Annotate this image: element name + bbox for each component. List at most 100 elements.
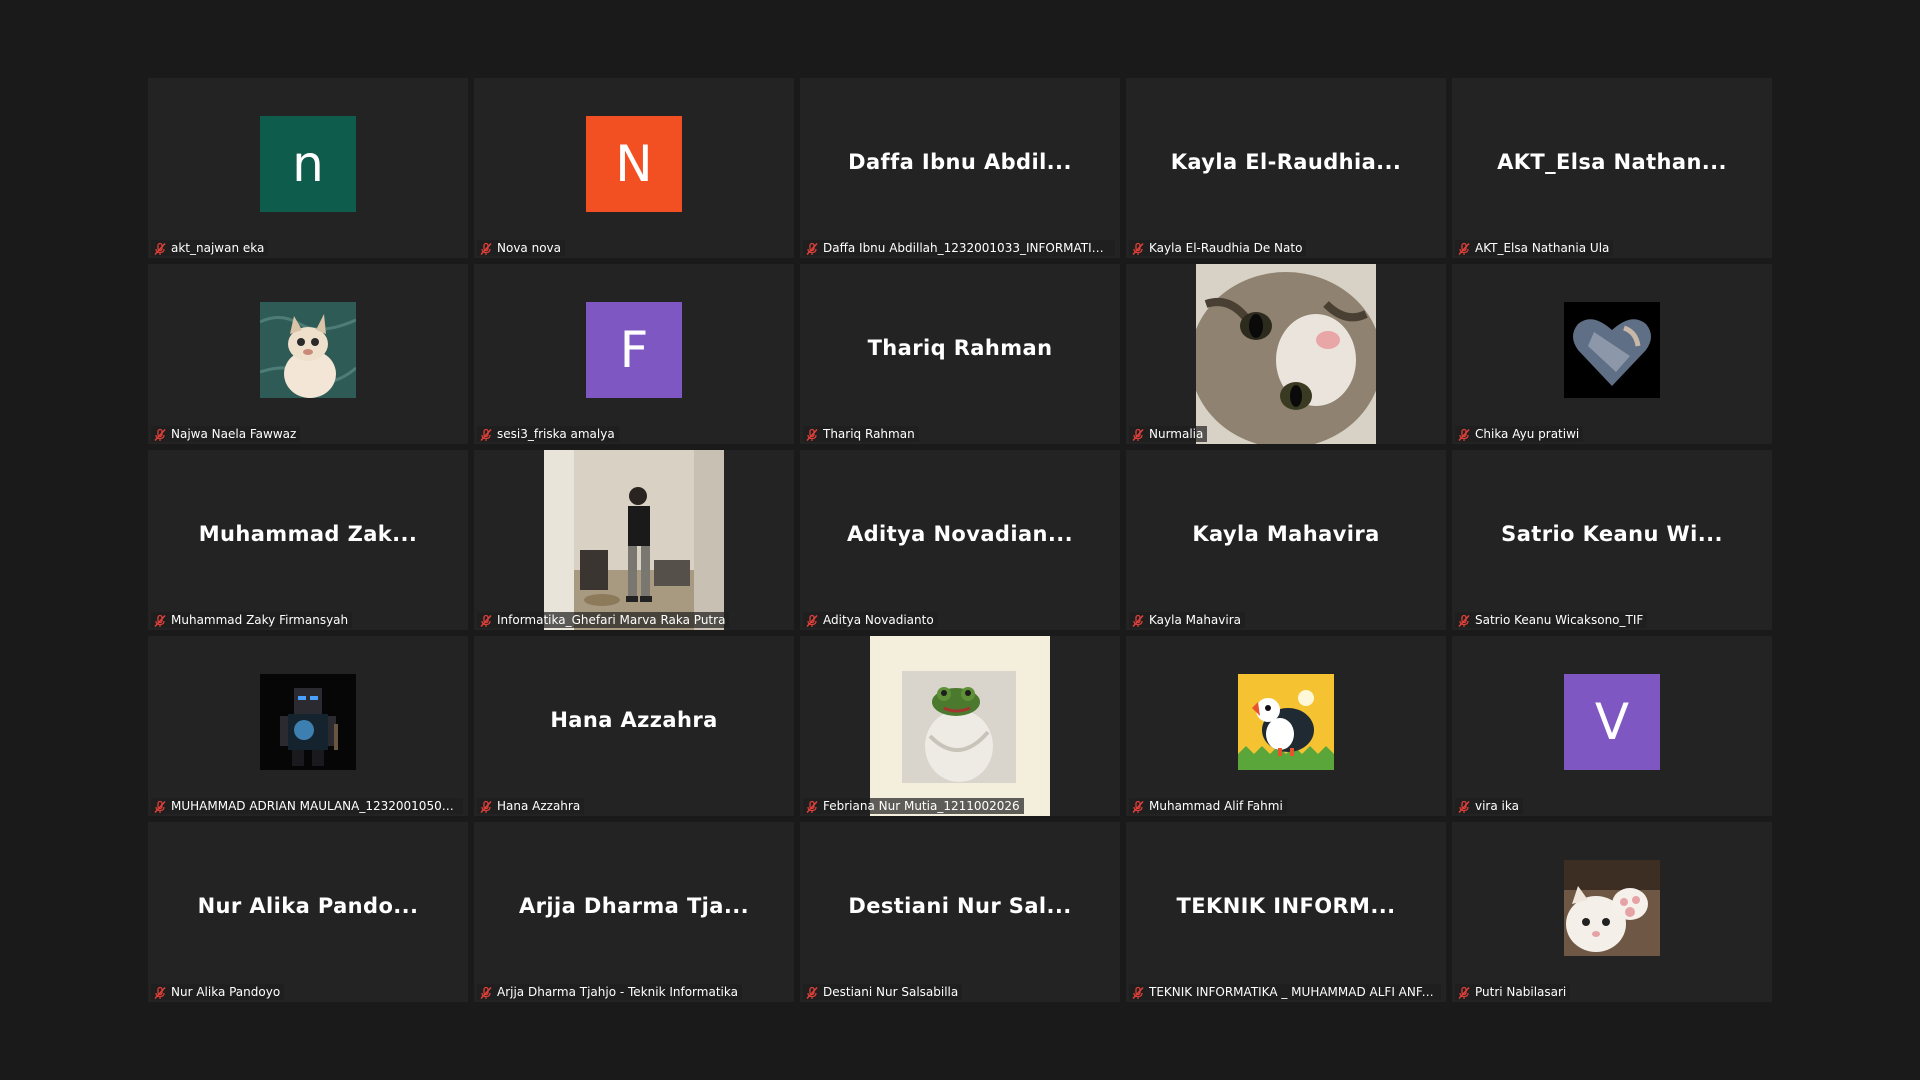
participant-tile[interactable]: Nurmalia bbox=[1126, 264, 1446, 444]
participant-name: Kayla El-Raudhia De Nato bbox=[1149, 241, 1303, 255]
muted-mic-icon bbox=[1131, 613, 1145, 628]
muted-mic-icon bbox=[479, 985, 493, 1000]
participant-tile[interactable]: Thariq Rahman Thariq Rahman bbox=[800, 264, 1120, 444]
participant-tile[interactable]: TEKNIK INFORM... TEKNIK INFORMATIKA _ MUH… bbox=[1126, 822, 1446, 1002]
participant-display-name: Muhammad Zak... bbox=[198, 522, 418, 546]
participant-tile[interactable]: Aditya Novadian... Aditya Novadianto bbox=[800, 450, 1120, 630]
participant-display-name: TEKNIK INFORM... bbox=[1176, 894, 1396, 918]
participant-name-label: Muhammad Zaky Firmansyah bbox=[151, 612, 353, 628]
participant-display-name: Kayla Mahavira bbox=[1192, 522, 1380, 546]
avatar: n bbox=[260, 116, 356, 212]
participant-tile[interactable]: Daffa Ibnu Abdil... Daffa Ibnu Abdillah_1… bbox=[800, 78, 1120, 258]
avatar: V bbox=[1564, 674, 1660, 770]
participant-name-label: Hana Azzahra bbox=[477, 798, 585, 814]
participant-name-label: Kayla El-Raudhia De Nato bbox=[1129, 240, 1307, 256]
participant-name: Najwa Naela Fawwaz bbox=[171, 427, 297, 441]
participant-tile[interactable]: Febriana Nur Mutia_1211002026 bbox=[800, 636, 1120, 816]
muted-mic-icon bbox=[153, 427, 167, 442]
participant-display-name: Satrio Keanu Wi... bbox=[1501, 522, 1723, 546]
participant-name-label: Febriana Nur Mutia_1211002026 bbox=[803, 798, 1024, 814]
participant-name-label: akt_najwan eka bbox=[151, 240, 269, 256]
participant-name-label: Informatika_Ghefari Marva Raka Putra bbox=[477, 612, 730, 628]
muted-mic-icon bbox=[153, 241, 167, 256]
muted-mic-icon bbox=[1131, 241, 1145, 256]
avatar: F bbox=[586, 302, 682, 398]
participant-name: TEKNIK INFORMATIKA _ MUHAMMAD ALFI ANFA.… bbox=[1149, 985, 1437, 999]
muted-mic-icon bbox=[1457, 427, 1471, 442]
participant-display-name: Arjja Dharma Tja... bbox=[519, 894, 749, 918]
participant-name: Febriana Nur Mutia_1211002026 bbox=[823, 799, 1020, 813]
muted-mic-icon bbox=[1457, 985, 1471, 1000]
participant-tile[interactable]: Vvira ika bbox=[1452, 636, 1772, 816]
participant-tile[interactable]: Destiani Nur Sal... Destiani Nur Salsabil… bbox=[800, 822, 1120, 1002]
participant-name-label: sesi3_friska amalya bbox=[477, 426, 619, 442]
muted-mic-icon bbox=[805, 241, 819, 256]
participant-name: vira ika bbox=[1475, 799, 1519, 813]
participant-name-label: Daffa Ibnu Abdillah_1232001033_INFORMATI… bbox=[803, 240, 1115, 256]
muted-mic-icon bbox=[479, 241, 493, 256]
profile-picture bbox=[260, 302, 356, 398]
participant-tile[interactable]: Muhammad Alif Fahmi bbox=[1126, 636, 1446, 816]
muted-mic-icon bbox=[479, 613, 493, 628]
participant-tile[interactable]: Putri Nabilasari bbox=[1452, 822, 1772, 1002]
participant-name: MUHAMMAD ADRIAN MAULANA_1232001050_TI... bbox=[171, 799, 459, 813]
participant-display-name: Daffa Ibnu Abdil... bbox=[848, 150, 1072, 174]
participant-name-label: TEKNIK INFORMATIKA _ MUHAMMAD ALFI ANFA.… bbox=[1129, 984, 1441, 1000]
participant-tile[interactable]: MUHAMMAD ADRIAN MAULANA_1232001050_TI... bbox=[148, 636, 468, 816]
participant-display-name: Aditya Novadian... bbox=[846, 522, 1074, 546]
participant-tile[interactable]: Kayla Mahavira Kayla Mahavira bbox=[1126, 450, 1446, 630]
participant-tile[interactable]: Satrio Keanu Wi... Satrio Keanu Wicaksono… bbox=[1452, 450, 1772, 630]
participant-name: Chika Ayu pratiwi bbox=[1475, 427, 1580, 441]
video-feed bbox=[870, 636, 1050, 816]
participant-name: Daffa Ibnu Abdillah_1232001033_INFORMATI… bbox=[823, 241, 1111, 255]
participant-name-label: Thariq Rahman bbox=[803, 426, 919, 442]
participant-name-label: Nova nova bbox=[477, 240, 565, 256]
participant-name: AKT_Elsa Nathania Ula bbox=[1475, 241, 1610, 255]
participant-tile[interactable]: Najwa Naela Fawwaz bbox=[148, 264, 468, 444]
participant-tile[interactable]: Chika Ayu pratiwi bbox=[1452, 264, 1772, 444]
participant-tile[interactable]: N Nova nova bbox=[474, 78, 794, 258]
muted-mic-icon bbox=[1457, 613, 1471, 628]
participant-tile[interactable]: Nur Alika Pando... Nur Alika Pandoyo bbox=[148, 822, 468, 1002]
participant-tile[interactable]: Kayla El-Raudhia... Kayla El-Raudhia De N… bbox=[1126, 78, 1446, 258]
participant-tile[interactable]: Arjja Dharma Tja... Arjja Dharma Tjahjo -… bbox=[474, 822, 794, 1002]
participant-tile[interactable]: AKT_Elsa Nathan... AKT_Elsa Nathania Ula bbox=[1452, 78, 1772, 258]
muted-mic-icon bbox=[1457, 799, 1471, 814]
participant-gallery: n akt_najwan eka N Nova nova Daffa Ibnu Abdi… bbox=[148, 78, 1772, 1002]
participant-name-label: Nurmalia bbox=[1129, 426, 1208, 442]
participant-name-label: Aditya Novadianto bbox=[803, 612, 938, 628]
participant-name: Nurmalia bbox=[1149, 427, 1204, 441]
participant-display-name: Kayla El-Raudhia... bbox=[1170, 150, 1402, 174]
muted-mic-icon bbox=[479, 427, 493, 442]
participant-tile[interactable]: n akt_najwan eka bbox=[148, 78, 468, 258]
participant-name-label: Destiani Nur Salsabilla bbox=[803, 984, 963, 1000]
participant-name-label: Putri Nabilasari bbox=[1455, 984, 1571, 1000]
profile-picture bbox=[260, 674, 356, 770]
muted-mic-icon bbox=[805, 799, 819, 814]
participant-tile[interactable]: Hana Azzahra Hana Azzahra bbox=[474, 636, 794, 816]
muted-mic-icon bbox=[1131, 799, 1145, 814]
participant-name: akt_najwan eka bbox=[171, 241, 265, 255]
participant-name: sesi3_friska amalya bbox=[497, 427, 615, 441]
participant-name: Aditya Novadianto bbox=[823, 613, 934, 627]
muted-mic-icon bbox=[805, 613, 819, 628]
participant-tile[interactable]: Muhammad Zak... Muhammad Zaky Firmansyah bbox=[148, 450, 468, 630]
participant-name: Informatika_Ghefari Marva Raka Putra bbox=[497, 613, 726, 627]
participant-name-label: Najwa Naela Fawwaz bbox=[151, 426, 301, 442]
participant-name-label: Arjja Dharma Tjahjo - Teknik Informatika bbox=[477, 984, 742, 1000]
muted-mic-icon bbox=[1131, 985, 1145, 1000]
participant-name-label: MUHAMMAD ADRIAN MAULANA_1232001050_TI... bbox=[151, 798, 463, 814]
participant-tile[interactable]: Informatika_Ghefari Marva Raka Putra bbox=[474, 450, 794, 630]
profile-picture bbox=[1564, 302, 1660, 398]
participant-name: Arjja Dharma Tjahjo - Teknik Informatika bbox=[497, 985, 738, 999]
participant-tile[interactable]: Fsesi3_friska amalya bbox=[474, 264, 794, 444]
participant-display-name: Thariq Rahman bbox=[867, 336, 1053, 360]
participant-display-name: Hana Azzahra bbox=[550, 708, 718, 732]
participant-name: Nur Alika Pandoyo bbox=[171, 985, 281, 999]
participant-display-name: Nur Alika Pando... bbox=[197, 894, 419, 918]
avatar: N bbox=[586, 116, 682, 212]
participant-display-name: Destiani Nur Sal... bbox=[848, 894, 1072, 918]
video-feed bbox=[1196, 264, 1376, 444]
participant-name-label: Muhammad Alif Fahmi bbox=[1129, 798, 1287, 814]
participant-name: Hana Azzahra bbox=[497, 799, 581, 813]
